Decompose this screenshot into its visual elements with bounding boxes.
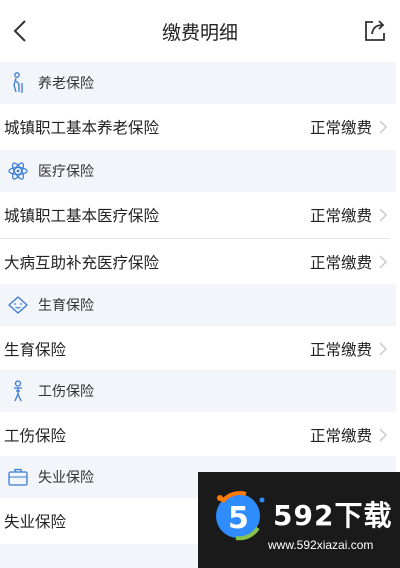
section-label: 失业保险 [38,470,94,486]
status-text: 正常缴费 [309,119,372,137]
watermark-logo: 5 592下载 www.592xiazai.com [198,472,400,568]
watermark-url: www.592xiazai.com [268,538,374,552]
section-header-pension: 养老保险 [0,62,396,104]
section-header-injury: 工伤保险 [0,370,396,412]
section-label: 工伤保险 [38,384,94,400]
section-header-medical: 医疗保险 [0,150,396,192]
svg-text:5: 5 [228,501,249,536]
insurance-name: 工伤保险 [4,427,67,445]
chevron-right-icon [379,342,387,356]
briefcase-icon [3,467,33,487]
share-icon[interactable] [362,18,388,44]
chevron-right-icon [379,208,387,222]
injured-person-icon [3,380,33,402]
chevron-right-icon [379,255,387,269]
list-item[interactable]: 城镇职工基本医疗保险 正常缴费 [0,192,396,238]
page-title: 缴费明细 [161,22,238,44]
watermark-brand: 592下载 [273,499,393,532]
insurance-name: 城镇职工基本医疗保险 [4,207,160,225]
status-text: 正常缴费 [309,427,372,445]
logo-icon: 5 [216,491,265,541]
status-text: 正常缴费 [309,254,372,272]
section-label: 医疗保险 [38,164,94,180]
insurance-name: 大病互助补充医疗保险 [4,254,160,272]
chevron-right-icon [379,120,387,134]
section-label: 生育保险 [38,298,94,314]
insurance-name: 生育保险 [4,341,67,359]
elderly-person-icon [3,72,33,94]
atom-icon [3,160,33,182]
list-item[interactable]: 大病互助补充医疗保险 正常缴费 [0,239,396,285]
list-item[interactable]: 城镇职工基本养老保险 正常缴费 [0,104,396,150]
status-text: 正常缴费 [309,207,372,225]
list-item[interactable]: 工伤保险 正常缴费 [0,412,396,458]
insurance-name: 城镇职工基本养老保险 [4,119,160,137]
top-bar: 缴费明细 [0,0,400,62]
status-text: 正常缴费 [309,341,372,359]
baby-face-icon [3,295,33,315]
list-item[interactable]: 生育保险 正常缴费 [0,326,396,372]
section-header-maternity: 生育保险 [0,284,396,326]
section-label: 养老保险 [38,76,94,92]
chevron-right-icon [379,428,387,442]
